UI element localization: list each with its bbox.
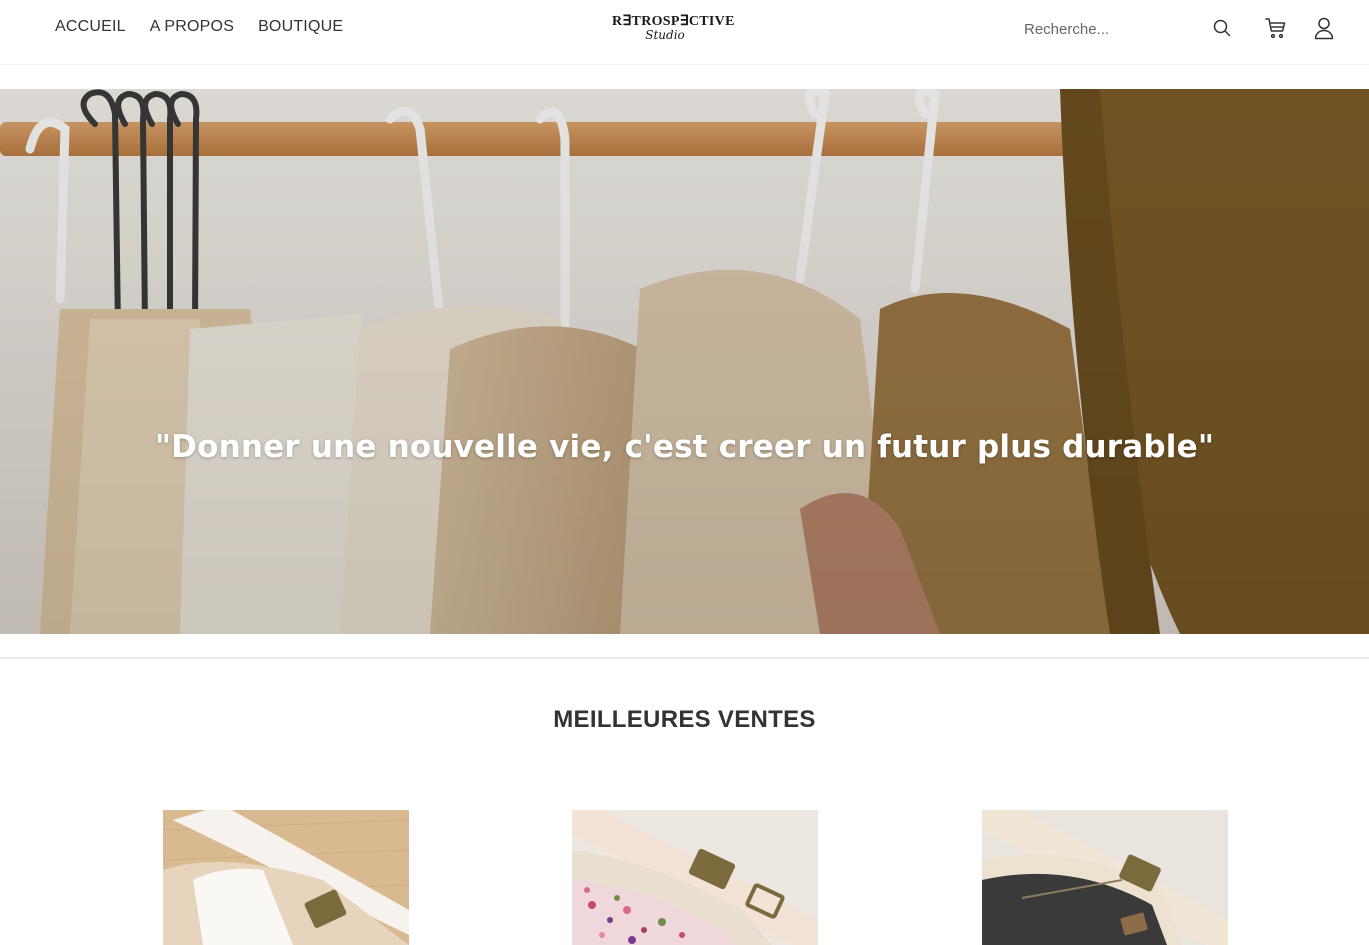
product-card-floral-fanny-pack[interactable] bbox=[572, 810, 818, 945]
hero-quote: "Donner une nouvelle vie, c'est creer un… bbox=[154, 429, 1215, 465]
product-image bbox=[163, 810, 409, 945]
logo-subtitle: Studio bbox=[645, 28, 685, 42]
best-sellers-title: MEILLEURES VENTES bbox=[553, 706, 816, 733]
user-icon[interactable] bbox=[1308, 12, 1340, 44]
hero-banner: "Donner une nouvelle vie, c'est creer un… bbox=[0, 89, 1369, 634]
product-card-black-fanny-pack[interactable] bbox=[982, 810, 1228, 945]
hero-clothes-rack-image bbox=[0, 89, 1369, 634]
site-header: ACCUEIL A PROPOS BOUTIQUE R∃TROSP∃CTIVE … bbox=[0, 0, 1369, 64]
nav-accueil[interactable]: ACCUEIL bbox=[55, 18, 126, 36]
nav-boutique[interactable]: BOUTIQUE bbox=[258, 18, 343, 36]
product-image bbox=[572, 810, 818, 945]
product-image bbox=[982, 810, 1228, 945]
main-nav: ACCUEIL A PROPOS BOUTIQUE bbox=[55, 18, 343, 36]
section-divider bbox=[0, 657, 1369, 659]
product-card-beige-fanny-pack[interactable] bbox=[163, 810, 409, 945]
search-input[interactable] bbox=[1012, 20, 1202, 38]
logo-wordmark: R∃TROSP∃CTIVE bbox=[612, 14, 735, 29]
nav-a-propos[interactable]: A PROPOS bbox=[150, 18, 234, 36]
cart-icon[interactable] bbox=[1260, 12, 1292, 44]
search-icon[interactable] bbox=[1208, 14, 1236, 42]
site-logo[interactable]: R∃TROSP∃CTIVE Studio bbox=[612, 14, 735, 45]
